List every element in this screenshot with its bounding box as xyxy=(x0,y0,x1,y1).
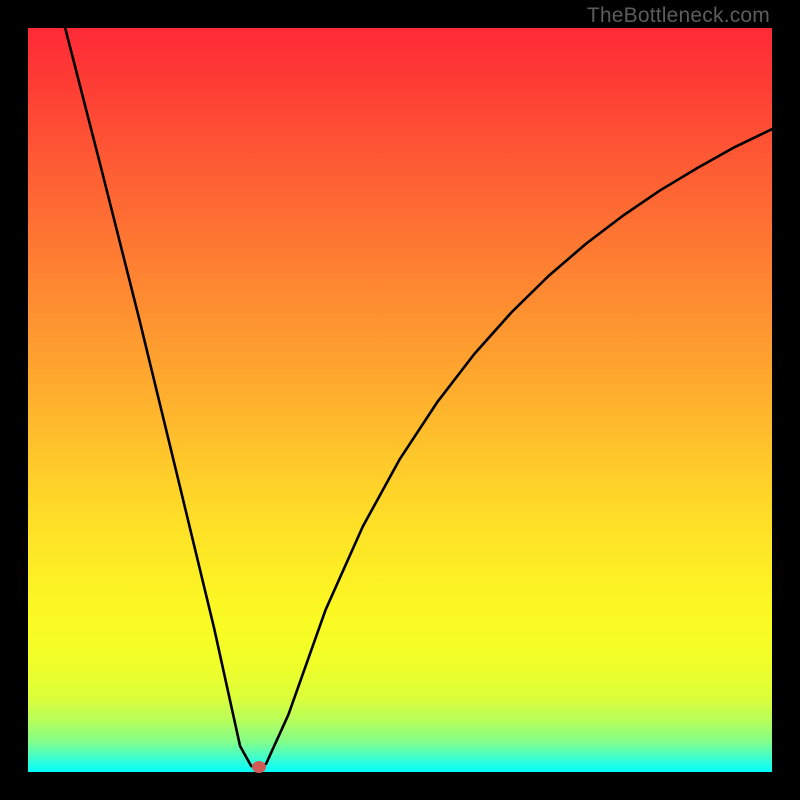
plot-area xyxy=(28,28,772,772)
chart-frame: TheBottleneck.com xyxy=(0,0,800,800)
watermark-text: TheBottleneck.com xyxy=(587,4,770,28)
bottleneck-curve xyxy=(28,28,772,772)
curve-path xyxy=(65,28,772,767)
minimum-marker xyxy=(252,761,266,773)
